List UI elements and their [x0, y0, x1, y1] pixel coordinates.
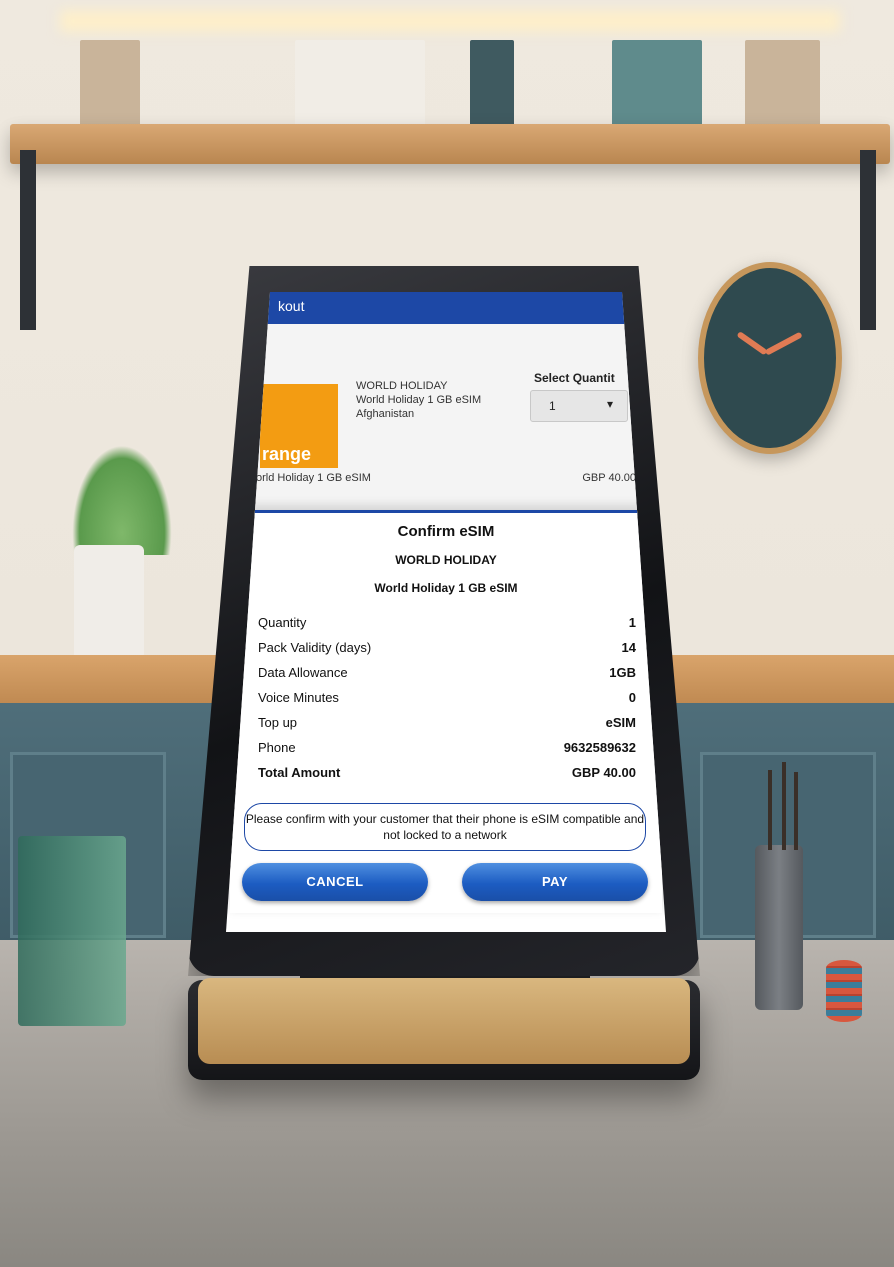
shelf-books — [80, 40, 140, 128]
pencil — [794, 772, 798, 850]
chip-stack — [826, 960, 862, 1022]
shelf-bracket — [860, 150, 876, 330]
detail-value: 14 — [621, 640, 636, 655]
detail-label: Quantity — [258, 615, 307, 630]
product-country: Afghanistan — [356, 408, 415, 420]
product-provider: WORLD HOLIDAY — [356, 380, 448, 392]
app-header: kout — [226, 292, 666, 324]
detail-value: 1GB — [609, 665, 636, 680]
product-plan: World Holiday 1 GB eSIM — [356, 394, 482, 406]
quantity-label: Select Quantit — [534, 371, 615, 385]
clock-hand — [764, 331, 803, 356]
order-summary-row: orld Holiday 1 GB eSIM GBP 40.00 — [256, 472, 636, 484]
wall-clock — [698, 262, 842, 454]
detail-value: 0 — [628, 690, 636, 705]
logo-text: range — [262, 444, 312, 464]
detail-row-quantity: Quantity 1 — [258, 615, 636, 637]
detail-row-pack-validity: Pack Validity (days) 14 — [258, 640, 636, 662]
detail-row-data-allowance: Data Allowance 1GB — [258, 665, 636, 687]
summary-item-price: GBP 40.00 — [582, 472, 636, 484]
detail-value: 1 — [628, 615, 636, 630]
shelf-books — [745, 40, 820, 128]
clock-hand — [736, 331, 768, 356]
page-title: kout — [278, 298, 305, 314]
confirm-esim-dialog: Confirm eSIM WORLD HOLIDAY World Holiday… — [230, 510, 662, 913]
shelf-books — [295, 40, 425, 128]
card-holder — [18, 836, 126, 1026]
quantity-select-value: 1 — [549, 399, 556, 413]
tablet-screen: kout range WORLD HOLIDAY World Holiday 1… — [226, 292, 666, 932]
wall-shelf — [10, 124, 890, 164]
detail-label: Pack Validity (days) — [258, 640, 372, 655]
plant — [72, 445, 172, 555]
pay-button[interactable]: PAY — [462, 863, 648, 901]
detail-row-total-amount: Total Amount GBP 40.00 — [258, 765, 636, 787]
detail-value: 9632589632 — [563, 740, 636, 755]
shelf-light — [60, 10, 840, 32]
detail-row-top-up: Top up eSIM — [258, 715, 636, 737]
shelf-bracket — [20, 150, 36, 330]
dialog-provider: WORLD HOLIDAY — [395, 553, 497, 567]
pencil — [768, 770, 772, 850]
shelf-books — [470, 40, 514, 128]
dialog-plan: World Holiday 1 GB eSIM — [374, 581, 518, 595]
pencil — [782, 762, 786, 850]
detail-label: Voice Minutes — [258, 690, 339, 705]
dialog-title: Confirm eSIM — [397, 523, 495, 540]
detail-label: Phone — [258, 740, 296, 755]
chevron-down-icon: ▾ — [606, 397, 613, 411]
detail-row-voice-minutes: Voice Minutes 0 — [258, 690, 636, 712]
compatibility-notice: Please confirm with your customer that t… — [244, 803, 646, 851]
detail-value: GBP 40.00 — [571, 765, 636, 780]
operator-logo: range — [260, 384, 338, 468]
pen-cup — [755, 845, 803, 1010]
stand-base-top — [198, 978, 690, 1064]
detail-row-phone: Phone 9632589632 — [258, 740, 636, 762]
plant-pot — [74, 545, 144, 660]
detail-label: Total Amount — [258, 765, 341, 780]
detail-value: eSIM — [605, 715, 636, 730]
cancel-button[interactable]: CANCEL — [242, 863, 428, 901]
detail-label: Data Allowance — [258, 665, 348, 680]
quantity-select[interactable]: 1 ▾ — [530, 390, 628, 422]
summary-item-name: orld Holiday 1 GB eSIM — [256, 472, 371, 484]
product-card: range WORLD HOLIDAY World Holiday 1 GB e… — [226, 324, 666, 514]
shelf-books — [612, 40, 702, 128]
detail-label: Top up — [258, 715, 298, 730]
